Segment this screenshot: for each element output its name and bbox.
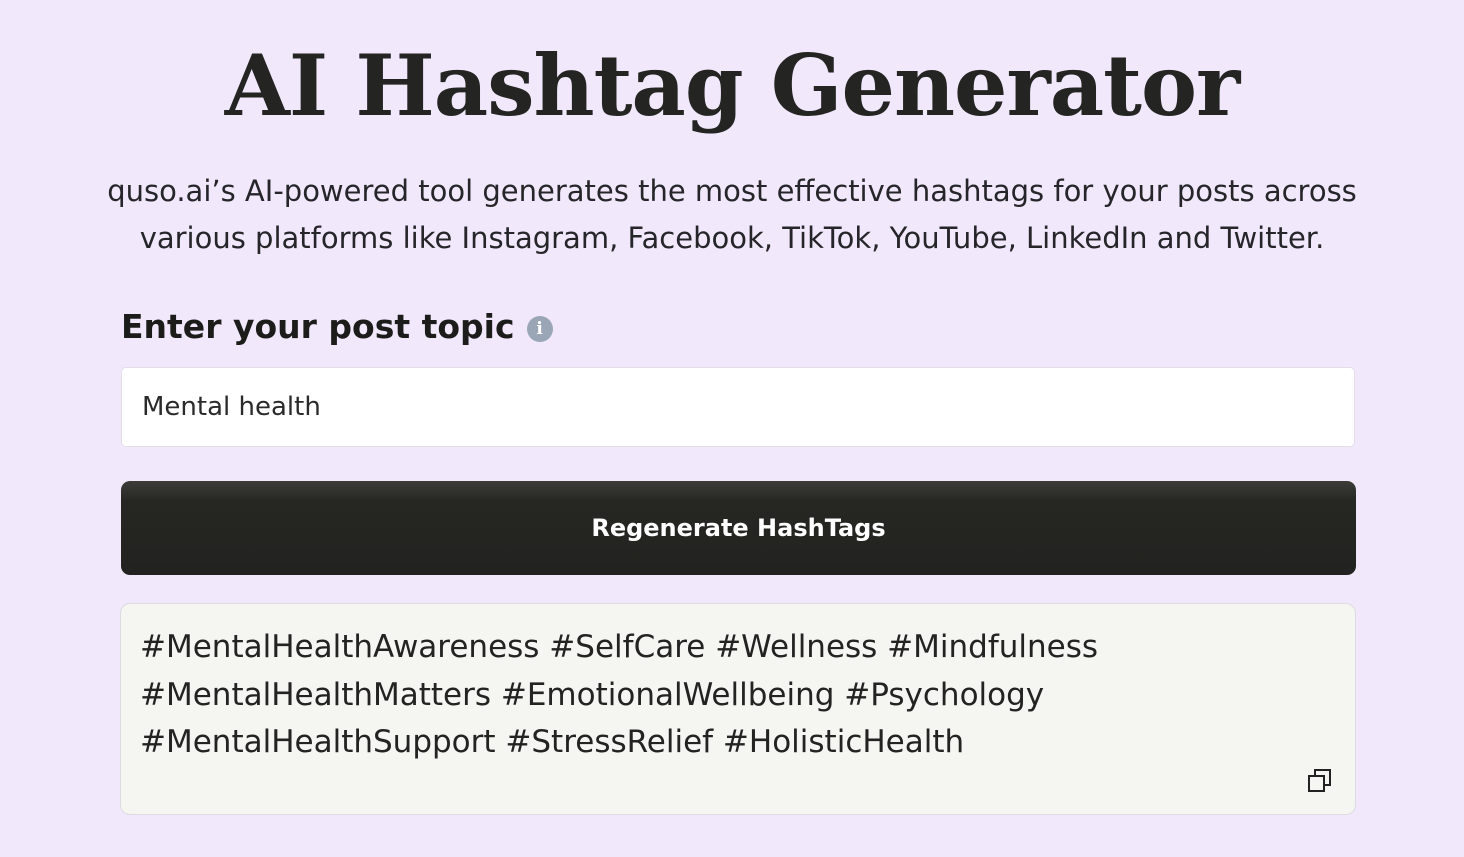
post-topic-input[interactable]: [121, 367, 1355, 447]
copy-icon[interactable]: [1305, 766, 1335, 796]
info-icon[interactable]: i: [526, 316, 553, 342]
regenerate-hashtags-button[interactable]: Regenerate HashTags: [121, 481, 1356, 575]
hashtag-result-text: #MentalHealthAwareness #SelfCare #Wellne…: [140, 629, 1099, 760]
page-subtitle: quso.ai’s AI-powered tool generates the …: [107, 174, 1357, 255]
post-topic-label-row: Enter your post topic i: [121, 302, 553, 350]
copy-icon-graphic: [1308, 769, 1331, 792]
page-title: AI Hashtag Generator: [224, 36, 1241, 135]
post-topic-label: Enter your post topic: [121, 306, 515, 346]
hashtag-result-box: #MentalHealthAwareness #SelfCare #Wellne…: [120, 603, 1356, 815]
